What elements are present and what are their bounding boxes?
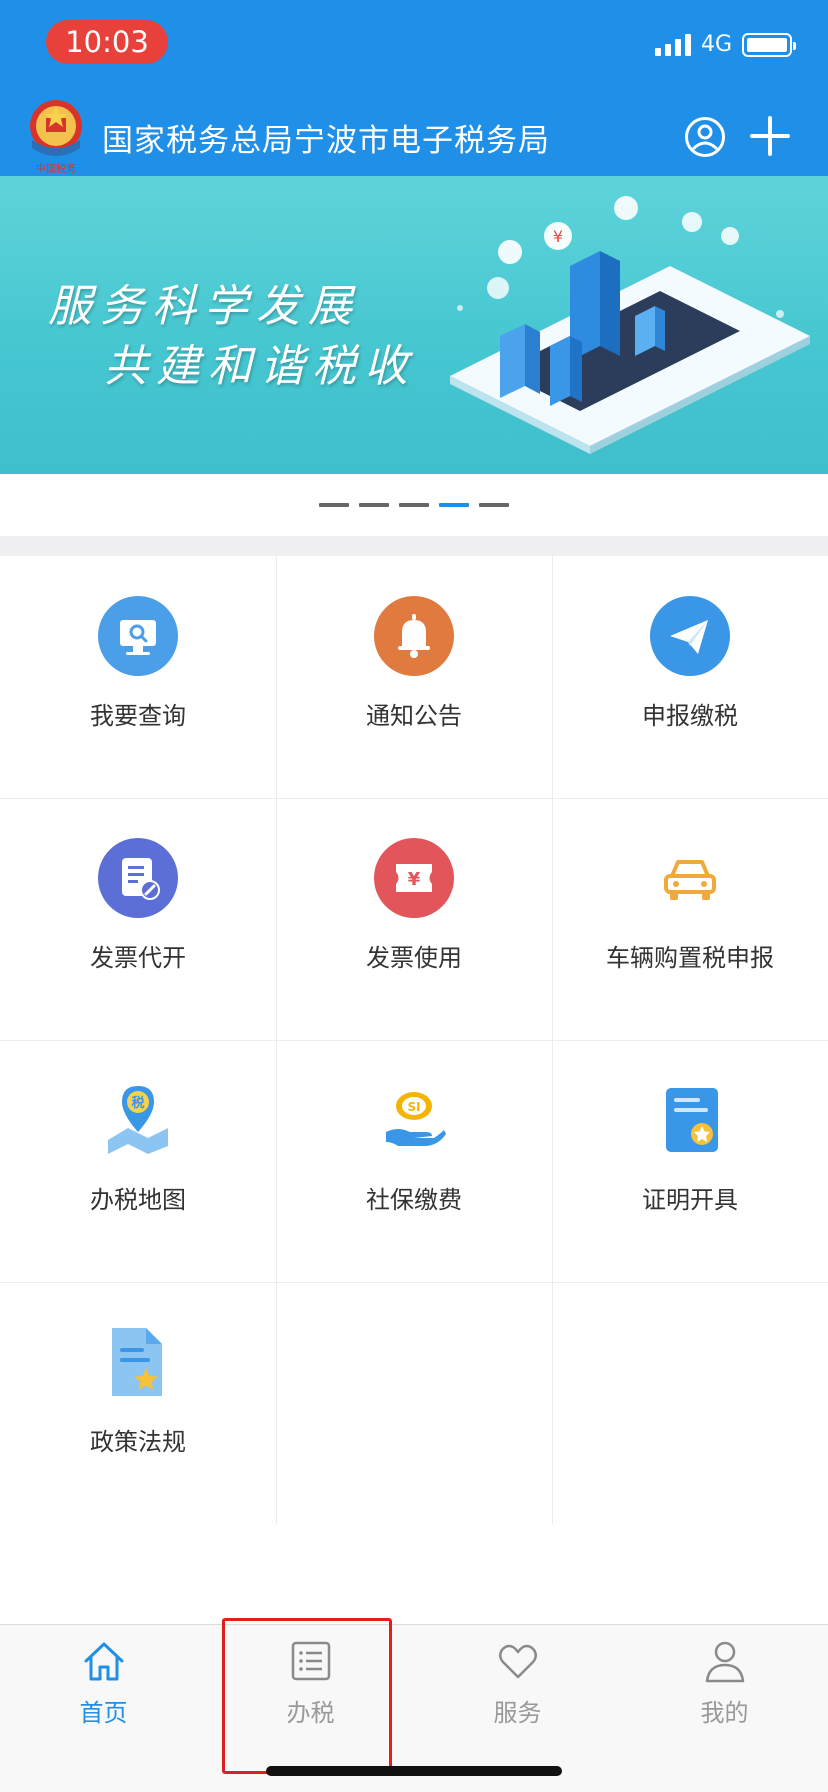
tab-label: 首页 (79, 1699, 128, 1727)
tax-emblem-logo: 中国税务 (30, 100, 82, 175)
grid-item-label: 车辆购置税申报 (606, 944, 774, 972)
signal-icon (654, 33, 691, 56)
grid-item-certificate[interactable]: 证明开具 (552, 1040, 828, 1282)
add-plus-icon[interactable] (748, 114, 792, 158)
carousel-dot[interactable] (479, 503, 509, 507)
function-grid: 我要查询 通知公告 申报缴税 发票代开 ¥ 发票使用 车辆购置税申报 税 办税地… (0, 556, 828, 1524)
carousel-dot[interactable] (359, 503, 389, 507)
app-title: 国家税务总局宁波市电子税务局 (102, 123, 550, 159)
grid-item-tax-map[interactable]: 税 办税地图 (0, 1040, 276, 1282)
certificate-icon (666, 1088, 718, 1152)
carousel-dot[interactable] (399, 503, 429, 507)
invoice-edit-icon (98, 838, 178, 918)
svg-text:SI: SI (407, 1100, 420, 1114)
banner-slogan-line2: 共建和谐税收 (104, 341, 416, 392)
grid-item-label: 证明开具 (642, 1186, 738, 1214)
grid-item-declare-tax[interactable]: 申报缴税 (552, 556, 828, 798)
grid-item-label: 我要查询 (90, 702, 186, 730)
yuan-ticket-icon: ¥ (374, 838, 454, 918)
person-icon (705, 1641, 745, 1683)
tab-label: 服务 (493, 1699, 542, 1727)
grid-item-invoice-use[interactable]: ¥ 发票使用 (276, 798, 552, 1040)
status-time: 10:03 (46, 20, 168, 64)
paper-plane-icon (650, 596, 730, 676)
grid-item-label: 通知公告 (366, 702, 462, 730)
carousel-dot[interactable] (319, 503, 349, 507)
list-icon (291, 1641, 331, 1681)
svg-text:¥: ¥ (408, 869, 421, 890)
grid-item-label: 申报缴税 (642, 702, 738, 730)
grid-item-policy[interactable]: 政策法规 (0, 1282, 276, 1524)
network-type: 4G (700, 32, 732, 57)
grid-item-query[interactable]: 我要查询 (0, 556, 276, 798)
grid-item-label: 办税地图 (90, 1186, 186, 1214)
status-indicators: 4G (654, 32, 796, 57)
promo-banner[interactable]: 服务科学发展 共建和谐税收 ¥ (0, 176, 828, 474)
search-monitor-icon (98, 596, 178, 676)
home-indicator[interactable] (266, 1766, 562, 1776)
tab-tax-handling[interactable]: 办税 (207, 1625, 414, 1745)
battery-icon (742, 32, 796, 57)
svg-text:税: 税 (131, 1095, 144, 1111)
grid-item-label: 发票代开 (90, 944, 186, 972)
banner-slogan-line1: 服务科学发展 (48, 281, 360, 332)
tab-label: 我的 (700, 1699, 749, 1727)
grid-item-label: 政策法规 (90, 1428, 186, 1456)
user-profile-icon[interactable] (684, 116, 726, 158)
social-security-hand-icon: SI (386, 1092, 446, 1146)
carousel-dot-active[interactable] (439, 503, 469, 507)
tab-mine[interactable]: 我的 (621, 1625, 828, 1745)
grid-item-vehicle-tax[interactable]: 车辆购置税申报 (552, 798, 828, 1040)
emblem-text: 中国税务 (36, 162, 76, 175)
svg-text:¥: ¥ (553, 227, 563, 246)
tab-label: 办税 (286, 1699, 335, 1727)
tab-home[interactable]: 首页 (0, 1625, 207, 1745)
section-divider (0, 536, 828, 556)
car-icon (664, 860, 716, 900)
tab-service[interactable]: 服务 (414, 1625, 621, 1745)
grid-item-social-security[interactable]: SI 社保缴费 (276, 1040, 552, 1282)
carousel-indicator[interactable] (0, 474, 828, 536)
bell-icon (374, 596, 454, 676)
grid-item-notice[interactable]: 通知公告 (276, 556, 552, 798)
grid-item-label: 发票使用 (366, 944, 462, 972)
heart-icon (499, 1644, 537, 1679)
smart-city-illustration: ¥ (450, 196, 810, 454)
header-bar: 10:03 4G 中国税务 国家税务总局宁波市电子税务局 (0, 0, 828, 176)
grid-item-invoice-issue[interactable]: 发票代开 (0, 798, 276, 1040)
policy-document-icon (112, 1328, 162, 1396)
map-pin-icon: 税 (108, 1086, 168, 1154)
page: 10:03 4G 中国税务 国家税务总局宁波市电子税务局 服务科学发展 共建和谐… (0, 0, 828, 1792)
grid-item-label: 社保缴费 (366, 1186, 462, 1214)
home-icon (84, 1642, 124, 1681)
